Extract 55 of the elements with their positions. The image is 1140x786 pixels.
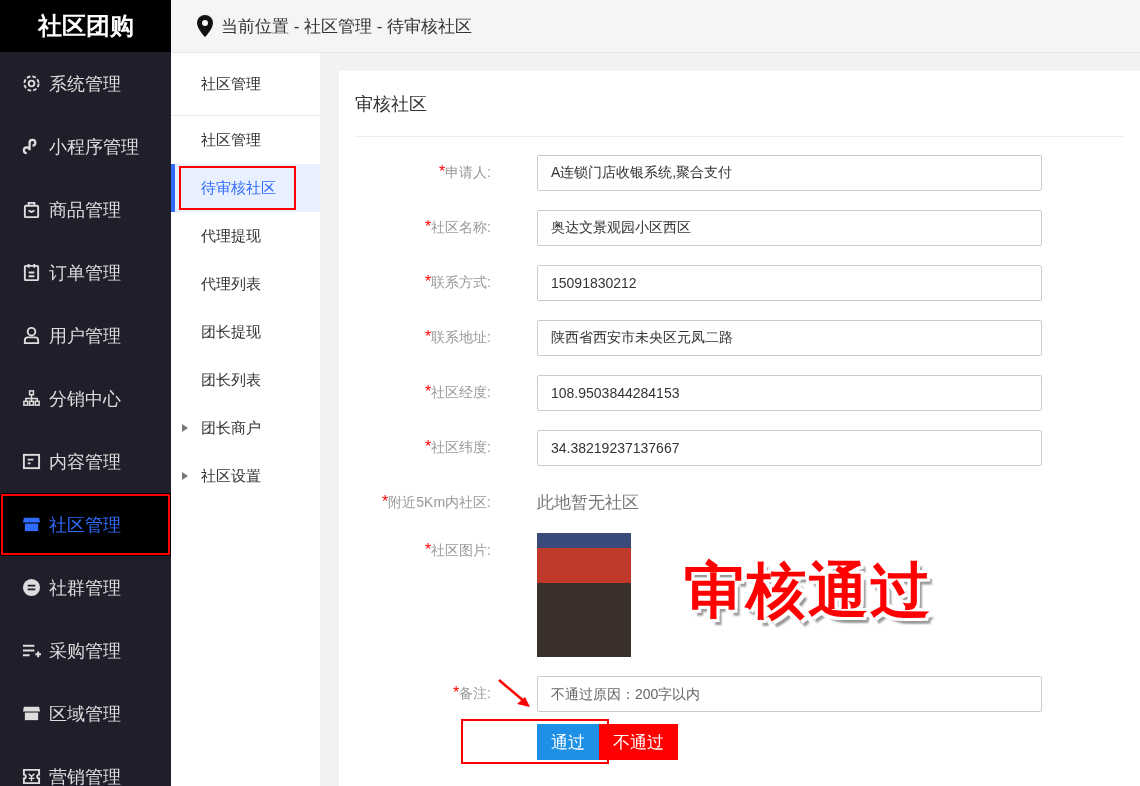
ticket-icon <box>22 767 41 786</box>
text-field[interactable]: A连锁门店收银系统,聚合支付 <box>537 155 1042 191</box>
sidebar-item[interactable]: 系统管理 <box>0 52 171 115</box>
submenu-item[interactable]: 代理提现 <box>171 212 320 260</box>
bag-icon <box>22 200 41 219</box>
sidebar-item[interactable]: 区域管理 <box>0 682 171 745</box>
user-icon <box>22 326 41 345</box>
field-label: *社区纬度: <box>423 437 491 457</box>
location-pin-icon <box>195 14 215 38</box>
sidebar-item[interactable]: 社群管理 <box>0 556 171 619</box>
circle-icon <box>22 578 41 597</box>
sidebar-item[interactable]: 营销管理 <box>0 745 171 786</box>
field-value: 此地暂无社区 <box>537 492 639 514</box>
sidebar-item[interactable]: 采购管理 <box>0 619 171 682</box>
text-field[interactable]: 奥达文景观园小区西区 <box>537 210 1042 246</box>
sidebar-item[interactable]: 小程序管理 <box>0 115 171 178</box>
field-label: *社区经度: <box>423 382 491 402</box>
submenu-item[interactable]: 社区管理 <box>171 116 320 164</box>
text-field[interactable]: 陕西省西安市未央区元凤二路 <box>537 320 1042 356</box>
stamp-caption: 审核通过 <box>684 556 932 626</box>
submenu-item[interactable]: 团长列表 <box>171 356 320 404</box>
text-field[interactable]: 34.38219237137667 <box>537 430 1042 466</box>
brand-logo: 社区团购 <box>0 0 171 52</box>
submenu-group[interactable]: 社区设置 <box>171 452 320 500</box>
sidebar-item[interactable]: 用户管理 <box>0 304 171 367</box>
sidebar-item[interactable]: 社区管理 <box>0 493 171 556</box>
submenu-group[interactable]: 团长商户 <box>171 404 320 452</box>
text-field[interactable]: 15091830212 <box>537 265 1042 301</box>
field-label: *社区名称: <box>423 217 491 237</box>
field-label: *备注: <box>451 683 491 703</box>
sidebar-item[interactable]: 商品管理 <box>0 178 171 241</box>
submenu-header: 社区管理 <box>171 53 320 116</box>
card-title: 审核社区 <box>355 71 1124 137</box>
doc-icon <box>22 452 41 471</box>
shop-icon <box>22 515 41 534</box>
breadcrumb: 当前位置 - 社区管理 - 待审核社区 <box>221 15 473 38</box>
shop-icon <box>22 704 41 723</box>
sidebar-item[interactable]: 订单管理 <box>0 241 171 304</box>
tree-icon <box>22 389 41 408</box>
field-label: *申请人: <box>437 162 491 182</box>
submenu-item[interactable]: 团长提现 <box>171 308 320 356</box>
clipboard-icon <box>22 263 41 282</box>
submenu-item[interactable]: 待审核社区 <box>171 164 320 212</box>
field-label: *联系方式: <box>423 272 491 292</box>
reject-button[interactable]: 不通过 <box>599 724 678 760</box>
sidebar-item[interactable]: 分销中心 <box>0 367 171 430</box>
text-field[interactable]: 108.9503844284153 <box>537 375 1042 411</box>
sidebar-item[interactable]: 内容管理 <box>0 430 171 493</box>
field-label: *联系地址: <box>423 327 491 347</box>
pointer-arrow <box>497 678 533 710</box>
field-label: *社区图片: <box>423 540 491 560</box>
field-label: *附近5Km内社区: <box>381 492 491 512</box>
remark-field[interactable]: 不通过原因：200字以内 <box>537 676 1042 712</box>
submenu-item[interactable]: 代理列表 <box>171 260 320 308</box>
gear-icon <box>22 74 41 93</box>
